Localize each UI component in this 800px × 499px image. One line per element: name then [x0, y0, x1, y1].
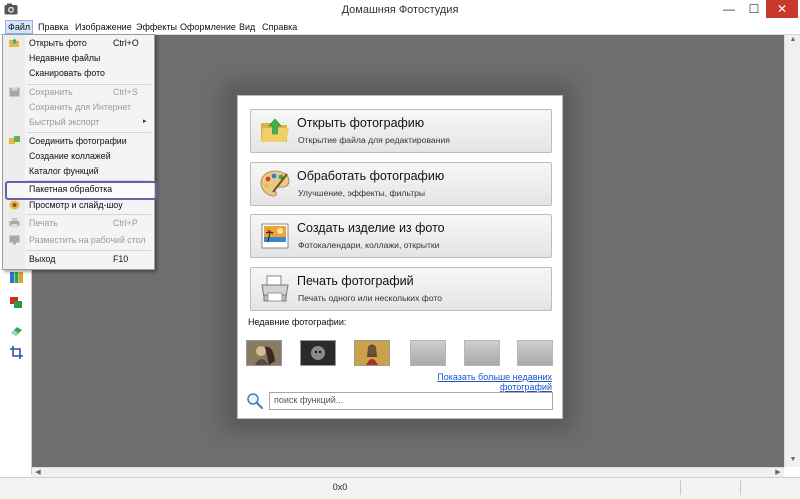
menu-item-quick-export[interactable]: Быстрый экспорт ▸ — [3, 115, 154, 130]
menu-separator — [27, 250, 151, 251]
crop-tool-icon[interactable] — [9, 346, 24, 359]
edit-photo-button[interactable]: Обработать фотографию Улучшение, эффекты… — [250, 162, 552, 206]
menu-item-save-for-web[interactable]: Сохранить для Интернет — [3, 100, 154, 115]
menu-item-exit[interactable]: Выход F10 — [3, 252, 154, 267]
action-subtitle: Открытие файла для редактирования — [298, 135, 450, 145]
minimize-button[interactable]: — — [716, 0, 742, 18]
menu-item-label: Соединить фотографии — [29, 136, 127, 146]
more-recent-photos-link[interactable]: Показать больше недавних фотографий — [388, 372, 552, 392]
empty-thumbnail[interactable] — [410, 340, 446, 366]
menu-item-scan-photo[interactable]: Сканировать фото — [3, 66, 154, 81]
menu-item-join-photos[interactable]: Соединить фотографии — [3, 134, 154, 149]
menu-item-label: Просмотр и слайд-шоу — [29, 200, 123, 210]
menu-item-label: Пакетная обработка — [29, 184, 113, 194]
recent-photos-label: Недавние фотографии: — [248, 317, 347, 327]
menu-item-batch-processing[interactable]: Пакетная обработка — [3, 182, 154, 197]
menu-effects[interactable]: Эффекты — [134, 21, 179, 33]
empty-thumbnail[interactable] — [464, 340, 500, 366]
action-subtitle: Печать одного или нескольких фото — [298, 293, 443, 303]
scroll-right-icon[interactable]: ▶ — [772, 468, 784, 476]
action-title: Обработать фотографию — [297, 169, 445, 183]
menu-item-label: Недавние файлы — [29, 53, 101, 63]
empty-thumbnail[interactable] — [517, 340, 553, 366]
color-levels-tool-icon[interactable] — [9, 271, 24, 284]
menu-item-shortcut: Ctrl+P — [113, 218, 138, 228]
menu-file[interactable]: Файл — [5, 20, 34, 34]
menu-item-save[interactable]: Сохранить Ctrl+S — [3, 85, 154, 100]
menu-item-label: Сканировать фото — [29, 68, 105, 78]
menu-item-label: Открыть фото — [29, 38, 87, 48]
menu-separator — [27, 132, 151, 133]
join-photos-icon — [9, 136, 20, 144]
search-placeholder: поиск функций... — [274, 395, 344, 405]
scroll-down-icon[interactable]: ▼ — [787, 456, 799, 463]
start-dialog: Открыть фотографию Открытие файла для ре… — [237, 95, 563, 419]
function-search-input[interactable]: поиск функций... — [269, 392, 553, 410]
recent-photo-thumbnail[interactable] — [354, 340, 390, 366]
folder-open-icon — [9, 38, 19, 47]
menu-edit[interactable]: Правка — [36, 21, 70, 33]
maximize-button[interactable]: ☐ — [742, 0, 766, 18]
vertical-scrollbar[interactable]: ▲ ▼ — [784, 35, 800, 467]
menu-item-shortcut: Ctrl+O — [113, 38, 139, 48]
open-folder-icon — [261, 118, 289, 142]
menu-item-create-collage[interactable]: Создание коллажей — [3, 149, 154, 164]
action-title: Открыть фотографию — [297, 116, 425, 130]
action-subtitle: Фотокалендари, коллажи, открытки — [298, 240, 440, 250]
menu-item-print[interactable]: Печать Ctrl+P — [3, 216, 154, 231]
printer-icon — [261, 275, 289, 302]
photo-product-icon — [261, 223, 289, 249]
menu-separator — [27, 214, 151, 215]
menu-item-shortcut: F10 — [113, 254, 129, 264]
status-bar: 0x0 — [0, 477, 800, 499]
status-divider — [740, 480, 741, 495]
file-menu-dropdown: Открыть фото Ctrl+O Недавние файлы Скани… — [2, 34, 157, 270]
search-icon — [247, 393, 264, 410]
menu-item-label: Создание коллажей — [29, 151, 111, 161]
menu-item-label: Разместить на рабочий стол — [29, 235, 146, 245]
menu-item-view-slideshow[interactable]: Просмотр и слайд-шоу — [3, 198, 154, 213]
slideshow-icon — [9, 200, 20, 210]
menu-item-recent-files[interactable]: Недавние файлы — [3, 51, 154, 66]
image-dimensions: 0x0 — [332, 482, 348, 492]
eraser-tool-icon[interactable] — [9, 324, 24, 337]
menu-item-label: Выход — [29, 254, 56, 264]
menu-item-label: Печать — [29, 218, 58, 228]
submenu-arrow-icon: ▸ — [143, 118, 147, 125]
recent-photo-thumbnail[interactable] — [300, 340, 336, 366]
menu-image[interactable]: Изображение — [73, 21, 134, 33]
scroll-up-icon[interactable]: ▲ — [787, 36, 799, 43]
palette-icon — [260, 170, 290, 197]
print-photos-button[interactable]: Печать фотографий Печать одного или неск… — [250, 267, 552, 311]
action-subtitle: Улучшение, эффекты, фильтры — [298, 188, 426, 198]
printer-icon — [9, 218, 20, 228]
action-title: Печать фотографий — [297, 274, 414, 288]
desktop-icon — [9, 235, 20, 245]
menu-item-set-as-wallpaper[interactable]: Разместить на рабочий стол — [3, 233, 154, 248]
menu-view[interactable]: Вид — [237, 21, 257, 33]
close-button[interactable]: ✕ — [766, 0, 798, 18]
save-icon — [9, 87, 20, 97]
menu-help[interactable]: Справка — [260, 21, 299, 33]
recent-photo-thumbnail[interactable] — [246, 340, 282, 366]
scroll-left-icon[interactable]: ◀ — [32, 468, 44, 476]
menu-item-label: Сохранить для Интернет — [29, 102, 132, 112]
menu-item-label: Каталог функций — [29, 166, 99, 176]
menu-item-label: Быстрый экспорт — [29, 117, 100, 127]
window-title: Домашняя Фотостудия — [341, 4, 459, 16]
menu-item-open-photo[interactable]: Открыть фото Ctrl+O — [3, 36, 154, 51]
layers-tool-icon[interactable] — [9, 296, 24, 309]
status-divider — [680, 480, 681, 495]
menu-design[interactable]: Оформление — [178, 21, 238, 33]
menu-item-shortcut: Ctrl+S — [113, 87, 138, 97]
action-title: Создать изделие из фото — [297, 221, 445, 235]
create-product-button[interactable]: Создать изделие из фото Фотокалендари, к… — [250, 214, 552, 258]
title-bar: Домашняя Фотостудия — ☐ ✕ — [0, 0, 800, 21]
menu-bar: Файл Правка Изображение Эффекты Оформлен… — [0, 20, 800, 35]
menu-item-function-catalog[interactable]: Каталог функций — [3, 164, 154, 179]
menu-item-label: Сохранить — [29, 87, 73, 97]
open-photo-button[interactable]: Открыть фотографию Открытие файла для ре… — [250, 109, 552, 153]
